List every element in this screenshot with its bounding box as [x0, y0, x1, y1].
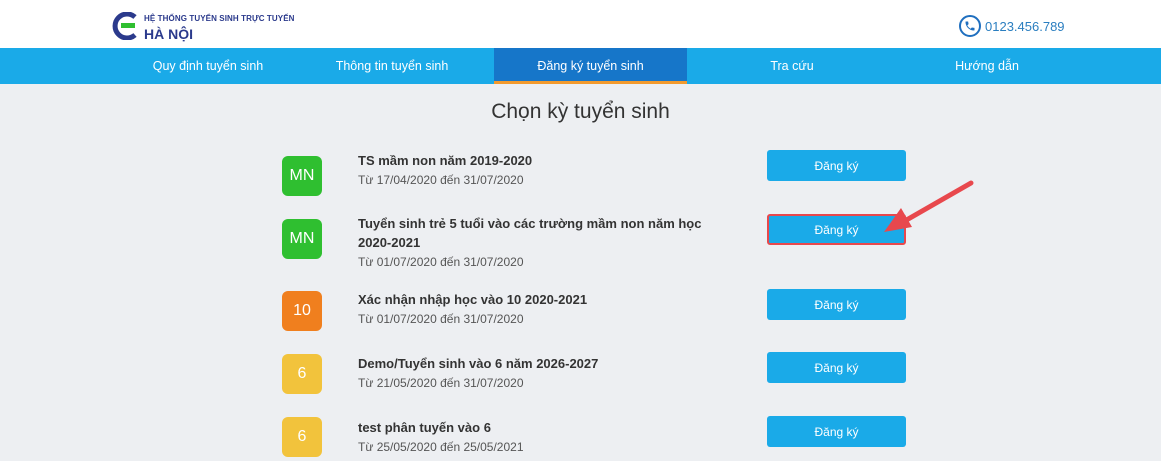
- period-date: Từ 25/05/2020 đến 25/05/2021: [358, 440, 524, 454]
- period-name: Xác nhận nhập học vào 10 2020-2021: [358, 292, 588, 307]
- logo-icon: [112, 11, 140, 41]
- period-badge: 10: [282, 291, 322, 331]
- hotline[interactable]: 0123.456.789: [959, 15, 1065, 37]
- register-button[interactable]: Đăng ký: [767, 214, 906, 245]
- nav-item-regulations[interactable]: Quy định tuyển sinh: [108, 48, 308, 84]
- register-button[interactable]: Đăng ký: [767, 416, 906, 447]
- phone-icon: [959, 15, 981, 37]
- logo-city: HÀ NỘI: [144, 26, 193, 42]
- period-name: Tuyển sinh trẻ 5 tuổi vào các trường mầm…: [358, 216, 702, 250]
- register-button[interactable]: Đăng ký: [767, 150, 906, 181]
- period-name: Demo/Tuyển sinh vào 6 năm 2026-2027: [358, 356, 599, 371]
- page-title: Chọn kỳ tuyển sinh: [491, 100, 670, 123]
- period-info: Tuyển sinh trẻ 5 tuổi vào các trường mầm…: [358, 214, 728, 271]
- nav-item-lookup[interactable]: Tra cứu: [692, 48, 892, 84]
- register-button[interactable]: Đăng ký: [767, 289, 906, 320]
- period-date: Từ 01/07/2020 đến 31/07/2020: [358, 312, 524, 326]
- period-name: test phân tuyến vào 6: [358, 420, 491, 435]
- logo-title: HỆ THỐNG TUYỂN SINH TRỰC TUYẾN: [144, 14, 295, 23]
- period-info: test phân tuyến vào 6 Từ 25/05/2020 đến …: [358, 418, 728, 456]
- main-content: Chọn kỳ tuyển sinh MN TS mầm non năm 201…: [0, 84, 1161, 461]
- phone-number: 0123.456.789: [985, 18, 1065, 34]
- period-info: Xác nhận nhập học vào 10 2020-2021 Từ 01…: [358, 290, 728, 328]
- period-date: Từ 21/05/2020 đến 31/07/2020: [358, 376, 524, 390]
- main-nav: Quy định tuyển sinh Thông tin tuyển sinh…: [0, 48, 1161, 84]
- period-date: Từ 17/04/2020 đến 31/07/2020: [358, 173, 524, 187]
- period-badge: 6: [282, 417, 322, 457]
- nav-item-admission-info[interactable]: Thông tin tuyển sinh: [292, 48, 492, 84]
- period-date: Từ 01/07/2020 đến 31/07/2020: [358, 255, 524, 269]
- nav-item-admission-register[interactable]: Đăng ký tuyển sinh: [494, 48, 687, 84]
- period-badge: MN: [282, 219, 322, 259]
- period-badge: MN: [282, 156, 322, 196]
- period-info: Demo/Tuyển sinh vào 6 năm 2026-2027 Từ 2…: [358, 354, 728, 392]
- period-info: TS mầm non năm 2019-2020 Từ 17/04/2020 đ…: [358, 151, 728, 189]
- period-badge: 6: [282, 354, 322, 394]
- nav-item-guide[interactable]: Hướng dẫn: [887, 48, 1087, 84]
- site-logo[interactable]: HỆ THỐNG TUYỂN SINH TRỰC TUYẾN HÀ NỘI: [112, 11, 295, 42]
- period-name: TS mầm non năm 2019-2020: [358, 153, 533, 168]
- header: HỆ THỐNG TUYỂN SINH TRỰC TUYẾN HÀ NỘI 01…: [0, 0, 1161, 48]
- register-button[interactable]: Đăng ký: [767, 352, 906, 383]
